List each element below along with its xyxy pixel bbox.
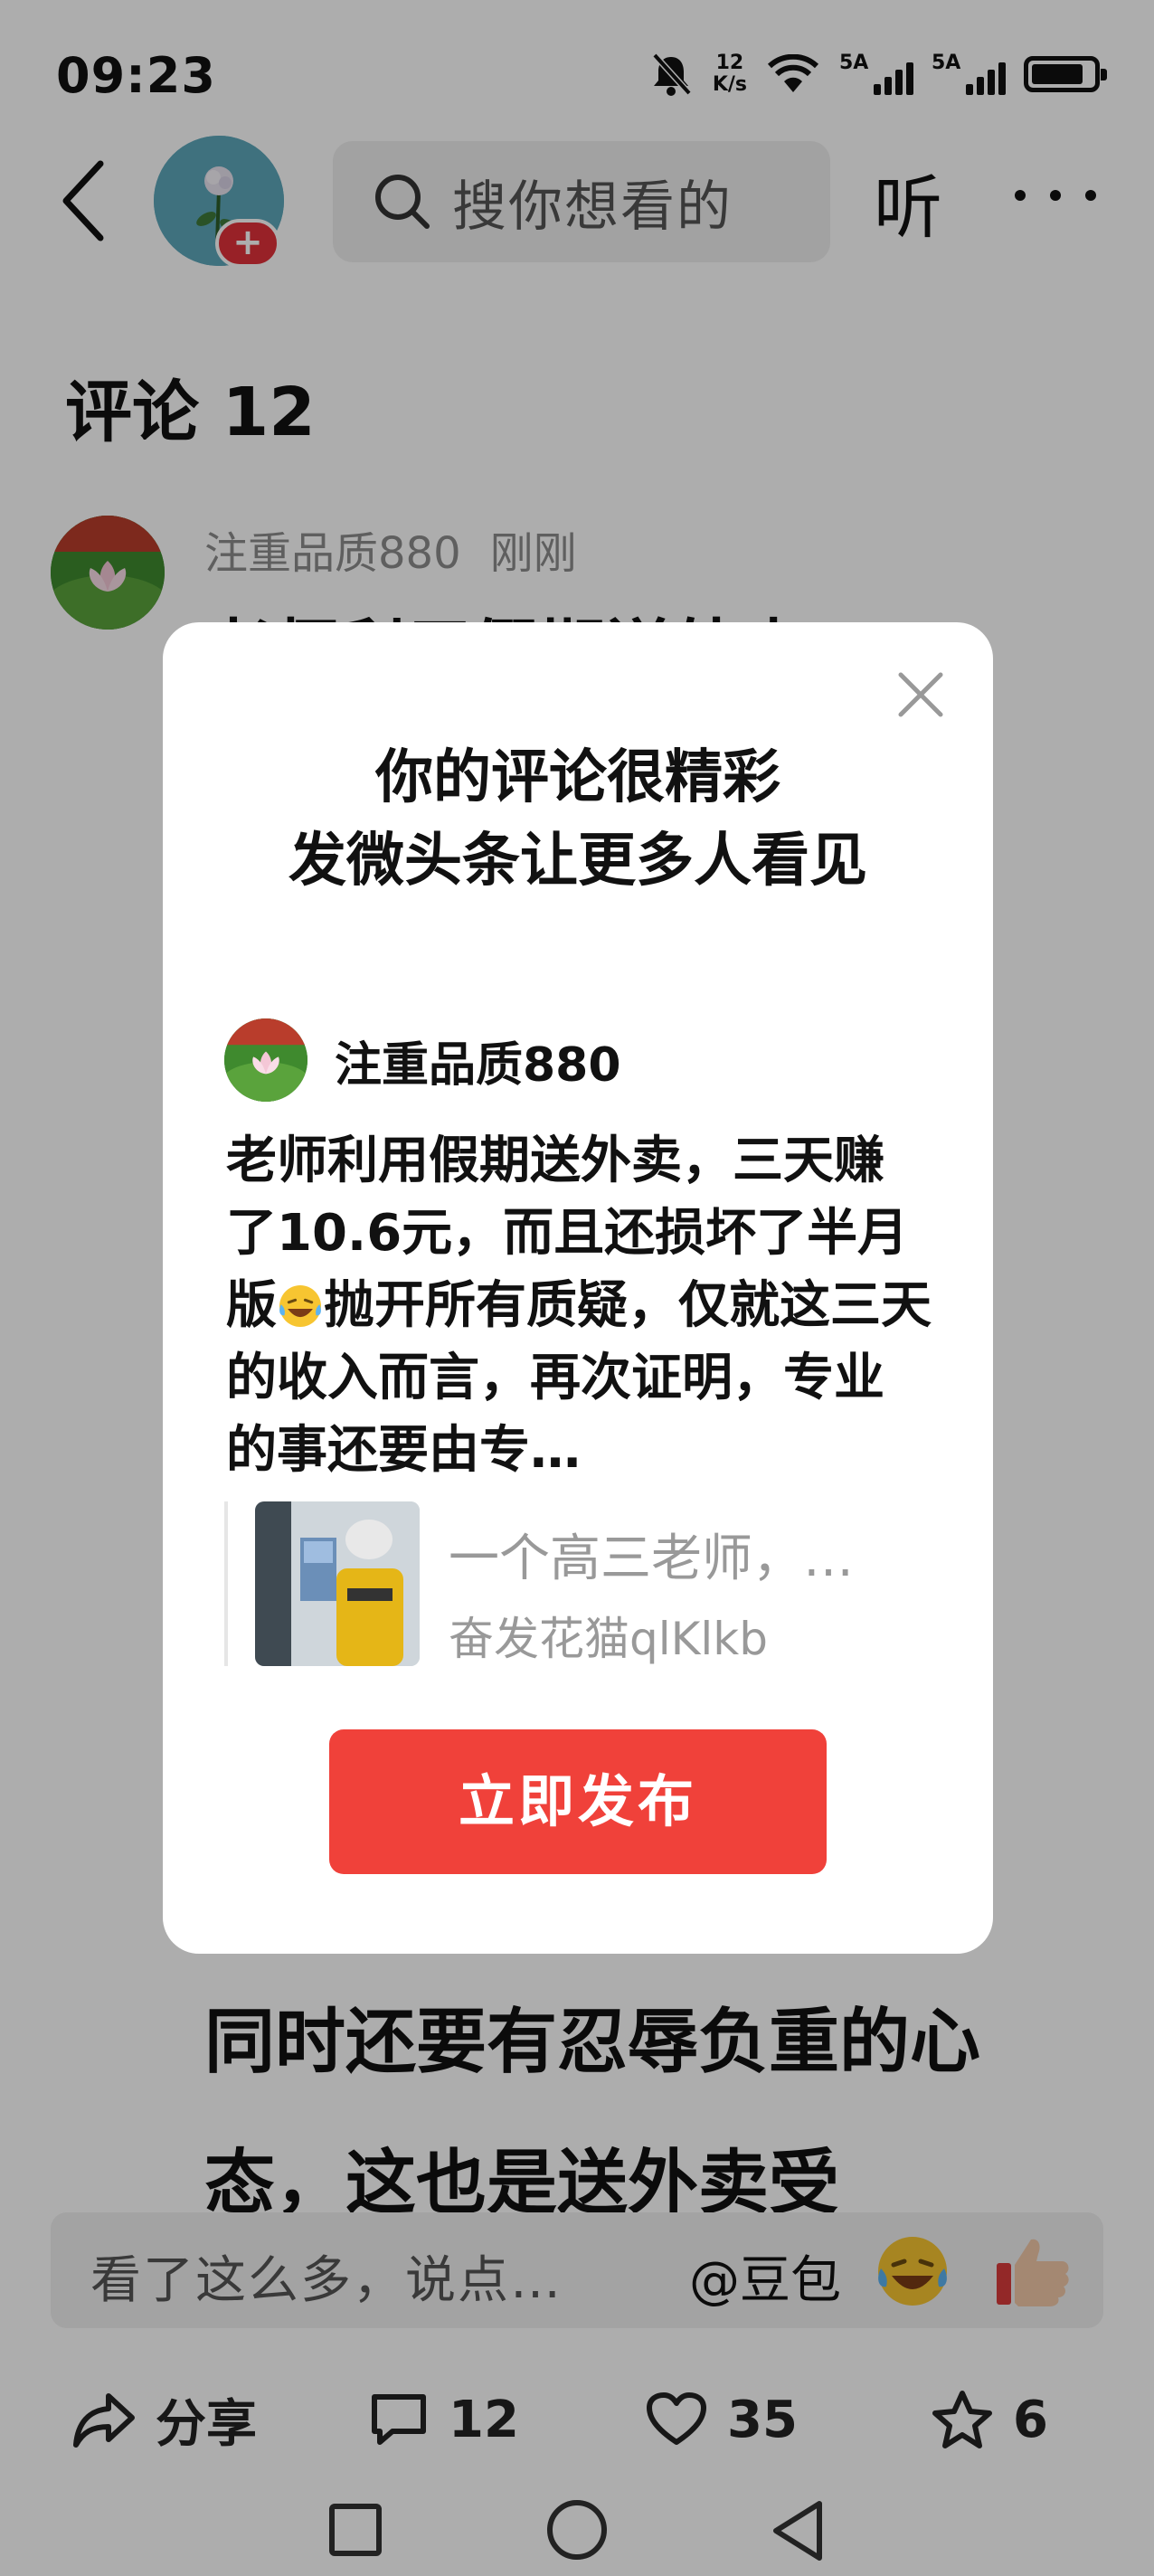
share-prompt-dialog: 你的评论很精彩 发微头条让更多人看见 注重品质880 老师利用假期送外卖，三天赚… bbox=[163, 622, 993, 1954]
close-icon[interactable] bbox=[895, 669, 946, 720]
dialog-author-avatar bbox=[224, 1018, 307, 1102]
publish-button[interactable]: 立即发布 bbox=[329, 1729, 827, 1874]
dialog-text-part2: 抛开所有质疑，仅就这三天的收入而言，再次证明，专业的事还要由专… bbox=[226, 1276, 932, 1480]
dialog-title-line1: 你的评论很精彩 bbox=[375, 744, 780, 811]
dialog-title: 你的评论很精彩 发微头条让更多人看见 bbox=[163, 736, 993, 903]
dialog-author: 注重品质880 bbox=[224, 1018, 621, 1102]
article-title: 一个高三老师，… bbox=[449, 1530, 854, 1588]
article-thumbnail bbox=[255, 1501, 420, 1666]
dialog-title-line2: 发微头条让更多人看见 bbox=[288, 828, 867, 895]
laugh-cry-emoji-icon bbox=[279, 1285, 321, 1327]
dialog-author-name: 注重品质880 bbox=[335, 1037, 621, 1093]
linked-article-card[interactable]: 一个高三老师，… 奋发花猫qlKlkb bbox=[224, 1501, 932, 1666]
delivery-rider-image-icon bbox=[255, 1501, 420, 1666]
dialog-comment-text: 老师利用假期送外卖，三天赚了10.6元，而且还损坏了半月版 抛开所有质疑，仅就这… bbox=[226, 1125, 932, 1487]
article-author: 奋发花猫qlKlkb bbox=[449, 1613, 769, 1665]
lotus-image-icon bbox=[224, 1018, 307, 1102]
